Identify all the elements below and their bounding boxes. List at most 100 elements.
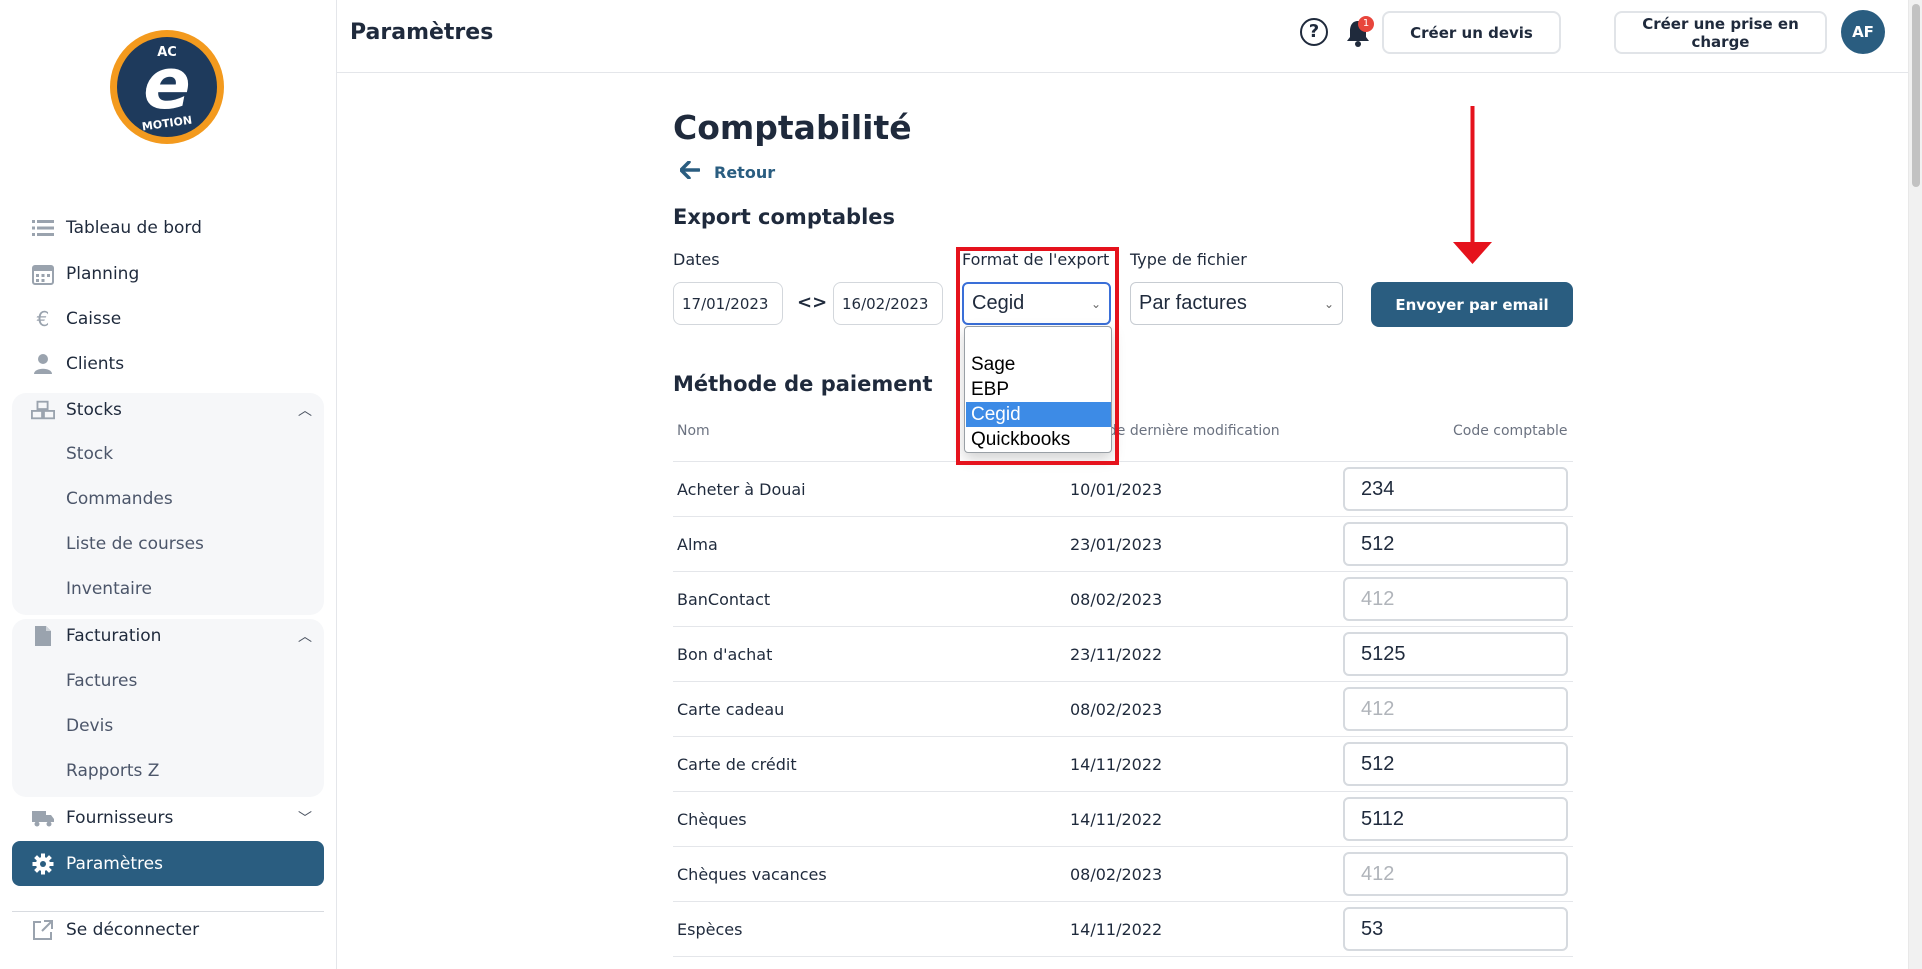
chevron-down-icon: ⌄ <box>1323 296 1334 311</box>
payment-method-name: Chèques <box>677 810 747 829</box>
date-from-input[interactable]: 17/01/2023 <box>673 282 783 325</box>
payment-method-name: BanContact <box>677 590 771 609</box>
table-row: Acheter à Douai 10/01/2023 234 <box>673 461 1573 516</box>
accounting-code-input[interactable]: 412 <box>1343 852 1568 896</box>
logo-inner: AC e MOTION <box>117 37 217 137</box>
accounting-code-input[interactable]: 5112 <box>1343 797 1568 841</box>
accounting-code-input[interactable]: 5125 <box>1343 632 1568 676</box>
sidebar-item-facturation[interactable]: Facturation ︿ <box>12 615 324 657</box>
column-header-code: Code comptable <box>1453 423 1568 439</box>
sidebar-item-label: Planning <box>66 264 140 284</box>
send-email-button[interactable]: Envoyer par email <box>1371 282 1573 327</box>
user-icon <box>31 352 55 376</box>
sidebar-subitem-liste-de-courses[interactable]: Liste de courses <box>66 529 204 559</box>
sidebar-subitem-devis[interactable]: Devis <box>66 711 113 741</box>
document-icon <box>31 624 55 648</box>
sidebar-item-caisse[interactable]: € Caisse <box>12 298 324 340</box>
last-modified-date: 08/02/2023 <box>1070 700 1163 719</box>
last-modified-date: 14/11/2022 <box>1070 920 1163 939</box>
list-icon <box>31 216 55 240</box>
back-label: Retour <box>714 162 776 182</box>
payment-method-name: Espèces <box>677 920 743 939</box>
table-row: Chèques vacances 08/02/2023 412 <box>673 846 1573 901</box>
table-row <box>673 956 1573 964</box>
page-title: Paramètres <box>350 20 494 45</box>
help-icon[interactable]: ? <box>1300 18 1328 46</box>
accounting-code-input[interactable]: 412 <box>1343 687 1568 731</box>
chevron-down-icon[interactable]: ﹀ <box>298 808 312 828</box>
sidebar-item-label: Fournisseurs <box>66 808 174 828</box>
sidebar: AC e MOTION Tableau de bord Planning € C… <box>0 0 337 969</box>
section-title: Comptabilité <box>673 108 912 147</box>
sidebar-item-stocks[interactable]: Stocks ︿ <box>12 389 324 431</box>
sidebar-item-fournisseurs[interactable]: Fournisseurs ﹀ <box>12 797 324 839</box>
sidebar-item-clients[interactable]: Clients <box>12 343 324 385</box>
chevron-up-icon[interactable]: ︿ <box>298 400 312 420</box>
file-type-select[interactable]: Par factures ⌄ <box>1130 282 1343 325</box>
table-row: Chèques 14/11/2022 5112 <box>673 791 1573 846</box>
gear-icon <box>31 852 55 876</box>
payment-section-title: Méthode de paiement <box>673 372 933 396</box>
payment-method-name: Carte de crédit <box>677 755 797 774</box>
sidebar-item-label: Facturation <box>66 626 162 646</box>
payment-method-name: Carte cadeau <box>677 700 785 719</box>
accounting-code-input[interactable]: 53 <box>1343 907 1568 951</box>
sidebar-subitem-rapports-z[interactable]: Rapports Z <box>66 756 159 786</box>
create-quote-button[interactable]: Créer un devis <box>1382 11 1561 54</box>
sidebar-subitem-factures[interactable]: Factures <box>66 666 137 696</box>
date-range-separator: <> <box>797 292 828 313</box>
file-type-label: Type de fichier <box>1130 250 1247 269</box>
accounting-code-input[interactable]: 512 <box>1343 742 1568 786</box>
payment-method-name: Chèques vacances <box>677 865 827 884</box>
last-modified-date: 08/02/2023 <box>1070 590 1163 609</box>
boxes-icon <box>31 398 55 422</box>
table-row: Bon d'achat 23/11/2022 5125 <box>673 626 1573 681</box>
date-to-input[interactable]: 16/02/2023 <box>833 282 943 325</box>
sidebar-item-label: Se déconnecter <box>66 920 200 940</box>
sidebar-item-tableau-de-bord[interactable]: Tableau de bord <box>12 207 324 249</box>
sidebar-item-label: Clients <box>66 354 125 374</box>
notification-badge: 1 <box>1358 16 1374 32</box>
sidebar-item-logout[interactable]: Se déconnecter <box>12 909 324 951</box>
export-section-title: Export comptables <box>673 205 896 229</box>
payment-method-name: Acheter à Douai <box>677 480 806 499</box>
table-row: Alma 23/01/2023 512 <box>673 516 1573 571</box>
truck-icon <box>31 806 55 830</box>
table-row: Carte cadeau 08/02/2023 412 <box>673 681 1573 736</box>
column-header-name: Nom <box>677 423 710 439</box>
avatar[interactable]: AF <box>1841 10 1885 54</box>
sidebar-item-planning[interactable]: Planning <box>12 253 324 295</box>
sidebar-subitem-stock[interactable]: Stock <box>66 439 113 469</box>
table-row: BanContact 08/02/2023 412 <box>673 571 1573 626</box>
payment-method-name: Bon d'achat <box>677 645 773 664</box>
file-type-value: Par factures <box>1139 292 1247 314</box>
accounting-code-input[interactable]: 234 <box>1343 467 1568 511</box>
last-modified-date: 23/01/2023 <box>1070 535 1163 554</box>
last-modified-date: 23/11/2022 <box>1070 645 1163 664</box>
top-bar: Paramètres ? 1 Créer un devis Créer une … <box>337 0 1908 73</box>
highlight-box <box>956 247 1119 465</box>
back-link[interactable]: Retour <box>679 160 776 184</box>
sidebar-subitem-inventaire[interactable]: Inventaire <box>66 574 152 604</box>
accounting-code-input[interactable]: 512 <box>1343 522 1568 566</box>
brand-logo[interactable]: AC e MOTION <box>110 30 224 144</box>
dates-label: Dates <box>673 250 720 269</box>
page-scrollbar[interactable] <box>1908 0 1922 969</box>
euro-icon: € <box>36 307 50 331</box>
red-arrow-annotation <box>1453 106 1492 264</box>
last-modified-date: 10/01/2023 <box>1070 480 1163 499</box>
table-row: Espèces 14/11/2022 53 <box>673 901 1573 956</box>
sidebar-item-label: Tableau de bord <box>66 218 202 238</box>
table-row: Carte de crédit 14/11/2022 512 <box>673 736 1573 791</box>
accounting-code-input[interactable]: 412 <box>1343 577 1568 621</box>
create-intake-button[interactable]: Créer une prise en charge <box>1614 11 1827 54</box>
last-modified-date: 08/02/2023 <box>1070 865 1163 884</box>
scrollbar-thumb[interactable] <box>1912 4 1920 187</box>
calendar-icon <box>31 262 55 286</box>
sidebar-subitem-commandes[interactable]: Commandes <box>66 484 173 514</box>
sidebar-item-parametres[interactable]: Paramètres <box>12 841 324 886</box>
sidebar-item-label: Paramètres <box>66 853 163 874</box>
chevron-up-icon[interactable]: ︿ <box>298 626 312 646</box>
sidebar-item-label: Stocks <box>66 400 122 420</box>
payment-method-name: Alma <box>677 535 718 554</box>
